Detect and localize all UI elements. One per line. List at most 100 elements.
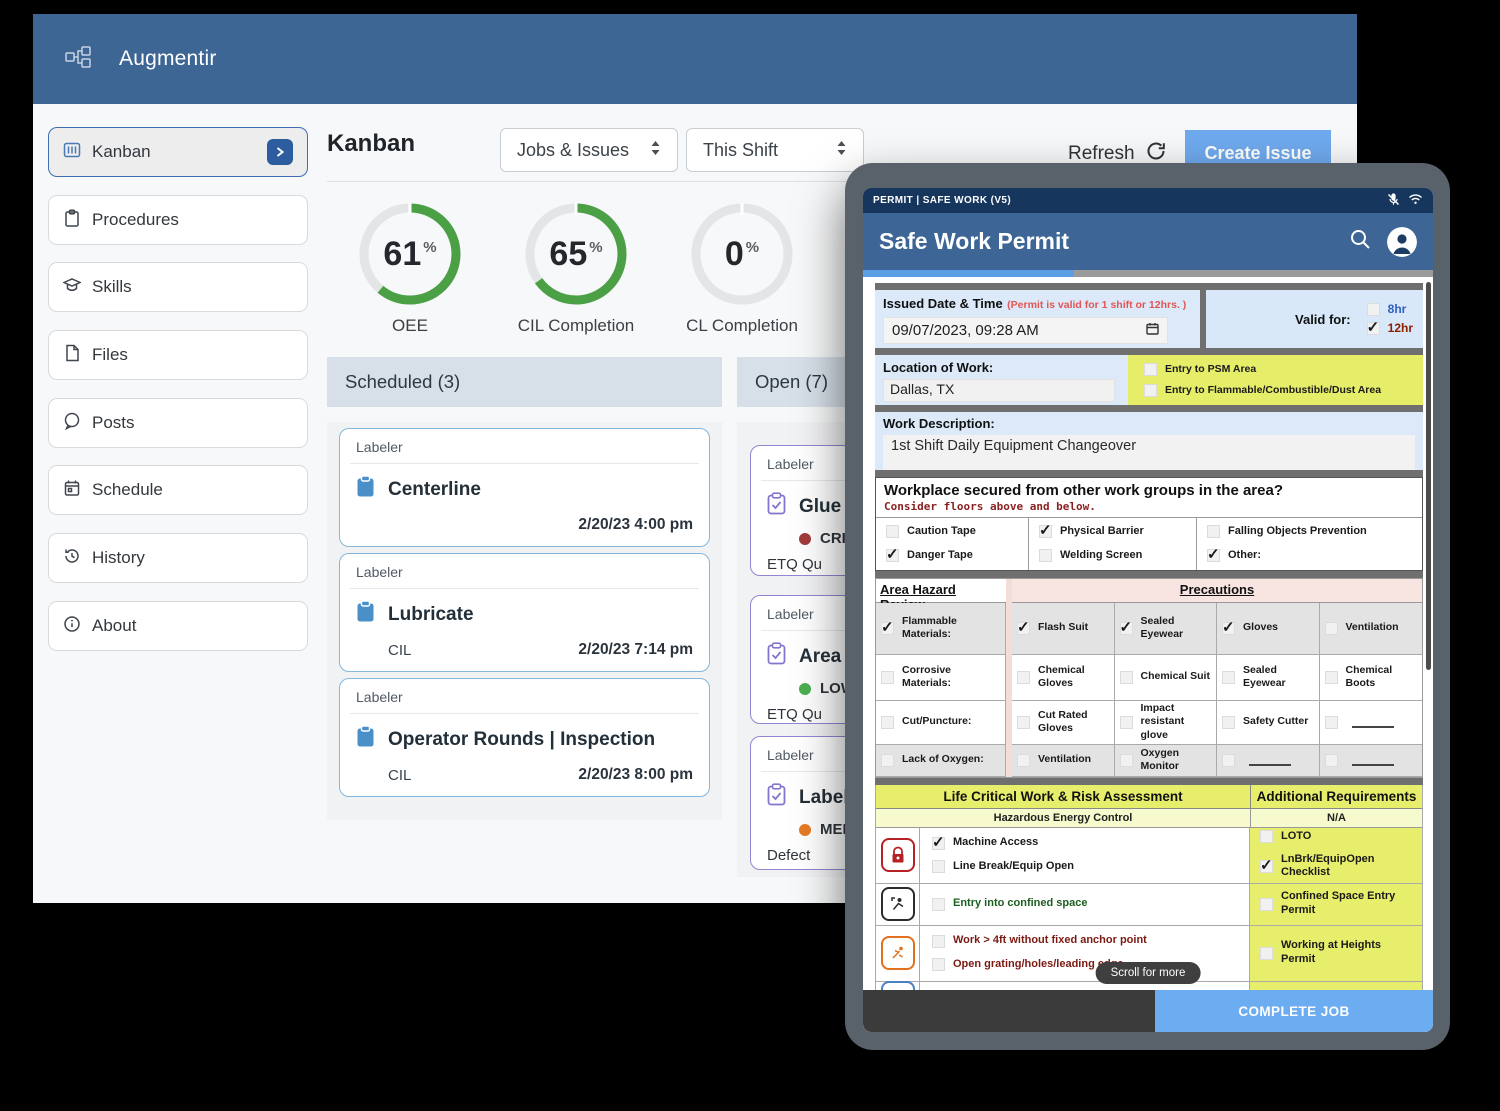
gloves-checkbox[interactable] <box>1222 618 1235 636</box>
sidebar-item-files[interactable]: Files <box>48 330 308 380</box>
falling-objects-checkbox[interactable] <box>1207 525 1220 539</box>
chemical-gloves-option[interactable]: Chemical Gloves <box>1017 664 1109 690</box>
corrosive-checkbox[interactable] <box>881 670 894 684</box>
caution-tape-checkbox[interactable] <box>886 525 899 539</box>
safety-cutter-option[interactable]: Safety Cutter <box>1222 715 1308 729</box>
ventilation-checkbox[interactable] <box>1324 621 1338 635</box>
line-break-checkbox[interactable] <box>932 860 945 874</box>
flash-suit-checkbox[interactable] <box>1017 618 1030 636</box>
chemical-suit-checkbox[interactable] <box>1119 670 1133 684</box>
chemical-boots-option[interactable]: Chemical Boots <box>1324 664 1418 690</box>
search-icon[interactable] <box>1349 228 1371 255</box>
sidebar-item-procedures[interactable]: Procedures <box>48 195 308 245</box>
other-option[interactable]: Other: <box>1207 545 1412 563</box>
blank-write-in-line[interactable] <box>1249 755 1291 766</box>
line-break-option[interactable]: Line Break/Equip Open <box>932 860 1237 874</box>
falling-objects-option[interactable]: Falling Objects Prevention <box>1207 525 1412 539</box>
impact-glove-checkbox[interactable] <box>1119 715 1133 729</box>
flash-suit-option[interactable]: Flash Suit <box>1017 618 1088 636</box>
valid-12hr-checkbox[interactable] <box>1366 318 1380 336</box>
sealed-eyewear2-option[interactable]: Sealed Eyewear <box>1222 664 1314 690</box>
complete-job-button[interactable]: COMPLETE JOB <box>1155 990 1433 1032</box>
valid-12hr-option[interactable]: 12hr <box>1366 318 1413 336</box>
blank-checkbox[interactable] <box>1324 715 1338 729</box>
sidebar-item-skills[interactable]: Skills <box>48 262 308 312</box>
impact-glove-option[interactable]: Impact resistant glove <box>1119 702 1212 741</box>
scope-dropdown[interactable]: Jobs & Issues <box>500 128 678 172</box>
danger-tape-checkbox[interactable] <box>886 545 899 563</box>
lack-oxygen-option[interactable]: Lack of Oxygen: <box>881 753 984 767</box>
ventilation2-option[interactable]: Ventilation <box>1017 753 1091 767</box>
blank-option[interactable] <box>1222 753 1291 767</box>
caution-tape-option[interactable]: Caution Tape <box>886 525 1018 539</box>
machine-access-checkbox[interactable] <box>932 833 945 851</box>
welding-screen-option[interactable]: Welding Screen <box>1039 549 1186 563</box>
loto-option[interactable]: LOTO <box>1260 830 1412 844</box>
other-checkbox[interactable] <box>1207 545 1220 563</box>
lnbrk-checklist-checkbox[interactable] <box>1260 856 1273 874</box>
danger-tape-option[interactable]: Danger Tape <box>886 545 1018 563</box>
physical-barrier-option[interactable]: Physical Barrier <box>1039 521 1186 539</box>
job-card-lubricate[interactable]: Labeler Lubricate CIL 2/20/23 7:14 pm <box>339 553 710 672</box>
cut-rated-gloves-checkbox[interactable] <box>1017 715 1030 729</box>
valid-8hr-checkbox[interactable] <box>1366 303 1380 316</box>
chemical-gloves-checkbox[interactable] <box>1017 670 1030 684</box>
lnbrk-checklist-option[interactable]: LnBrk/EquipOpen Checklist <box>1260 853 1412 881</box>
sealed-eyewear2-checkbox[interactable] <box>1222 670 1235 684</box>
confined-permit-option[interactable]: Confined Space Entry Permit <box>1260 890 1412 918</box>
job-card-centerline[interactable]: Labeler Centerline 2/20/23 4:00 pm <box>339 428 710 547</box>
confined-space-option[interactable]: Entry into confined space <box>932 897 1237 911</box>
ventilation2-checkbox[interactable] <box>1017 753 1030 767</box>
heights-permit-option[interactable]: Working at Heights Permit <box>1260 939 1412 967</box>
location-input[interactable]: Dallas, TX <box>883 379 1115 402</box>
flammable-checkbox[interactable] <box>881 618 894 636</box>
issued-date-input[interactable]: 09/07/2023, 09:28 AM <box>883 317 1168 344</box>
sealed-eyewear-checkbox[interactable] <box>1119 618 1133 636</box>
open-grating-checkbox[interactable] <box>932 958 945 972</box>
entry-flammable-option[interactable]: Entry to Flammable/Combustible/Dust Area <box>1144 384 1423 397</box>
work-above-4ft-checkbox[interactable] <box>932 934 945 948</box>
blank-checkbox[interactable] <box>1222 753 1235 767</box>
entry-psm-checkbox[interactable] <box>1144 363 1157 376</box>
oxygen-monitor-option[interactable]: Oxygen Monitor <box>1119 747 1212 773</box>
cut-rated-gloves-option[interactable]: Cut Rated Gloves <box>1017 709 1109 735</box>
org-hierarchy-icon[interactable] <box>65 45 91 73</box>
confined-space-checkbox[interactable] <box>932 897 945 911</box>
sidebar-item-schedule[interactable]: Schedule <box>48 465 308 515</box>
sidebar-expand-button[interactable] <box>267 139 293 165</box>
flammable-option[interactable]: Flammable Materials: <box>881 615 1000 641</box>
welding-screen-checkbox[interactable] <box>1039 549 1052 563</box>
user-avatar[interactable] <box>1387 226 1417 257</box>
heights-permit-checkbox[interactable] <box>1260 946 1273 960</box>
machine-access-option[interactable]: Machine Access <box>932 833 1237 851</box>
sidebar-item-about[interactable]: About <box>48 601 308 651</box>
work-above-4ft-option[interactable]: Work > 4ft without fixed anchor point <box>932 934 1237 948</box>
blank-checkbox[interactable] <box>1324 753 1338 767</box>
corrosive-option[interactable]: Corrosive Materials: <box>881 664 1000 690</box>
sidebar-item-posts[interactable]: Posts <box>48 398 308 448</box>
sidebar-item-history[interactable]: History <box>48 533 308 583</box>
blank-write-in-line[interactable] <box>1351 717 1394 728</box>
gloves-option[interactable]: Gloves <box>1222 618 1278 636</box>
loto-checkbox[interactable] <box>1260 830 1273 844</box>
scrollbar-thumb[interactable] <box>1426 282 1431 670</box>
job-card-operator-rounds[interactable]: Labeler Operator Rounds | Inspection CIL… <box>339 678 710 797</box>
cut-puncture-checkbox[interactable] <box>881 715 894 729</box>
sealed-eyewear-option[interactable]: Sealed Eyewear <box>1119 615 1212 641</box>
ventilation-option[interactable]: Ventilation <box>1324 621 1399 635</box>
chemical-boots-checkbox[interactable] <box>1324 670 1338 684</box>
chemical-suit-option[interactable]: Chemical Suit <box>1119 670 1210 684</box>
blank-write-in-line[interactable] <box>1351 755 1394 766</box>
cut-puncture-option[interactable]: Cut/Puncture: <box>881 715 971 729</box>
work-description-input[interactable]: 1st Shift Daily Equipment Changeover <box>883 435 1415 471</box>
confined-permit-checkbox[interactable] <box>1260 897 1273 911</box>
blank-option[interactable] <box>1324 715 1394 729</box>
blank-option[interactable] <box>1324 753 1394 767</box>
safety-cutter-checkbox[interactable] <box>1222 715 1235 729</box>
physical-barrier-checkbox[interactable] <box>1039 521 1052 539</box>
sidebar-item-kanban[interactable]: Kanban <box>48 127 308 177</box>
shift-dropdown[interactable]: This Shift <box>686 128 864 172</box>
valid-8hr-option[interactable]: 8hr <box>1366 302 1413 317</box>
oxygen-monitor-checkbox[interactable] <box>1119 753 1133 767</box>
calendar-picker-icon[interactable] <box>1146 322 1159 339</box>
